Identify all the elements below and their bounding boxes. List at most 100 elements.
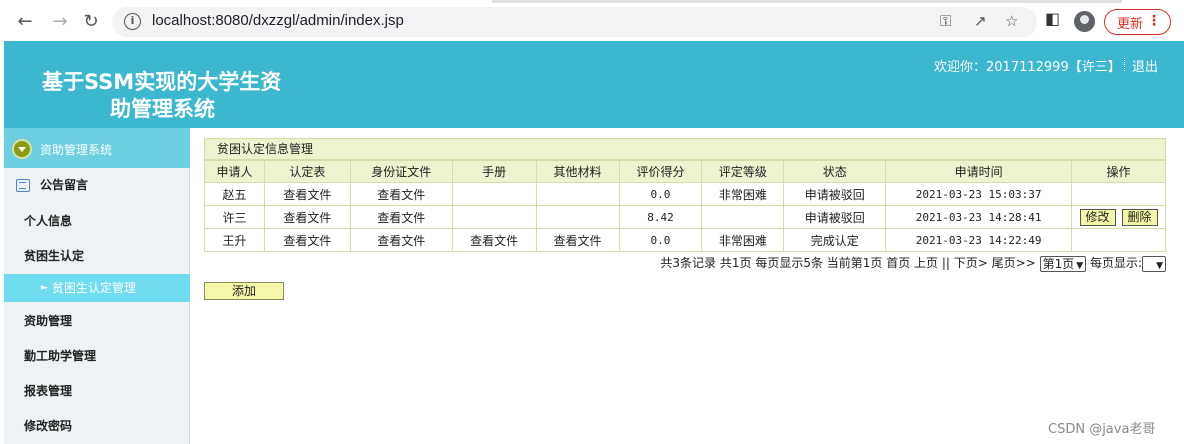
column-header: 申请时间: [885, 160, 1073, 183]
cell-manual: [451, 205, 537, 229]
forward-icon[interactable]: →: [47, 8, 73, 34]
app-title: 基于SSM实现的大学生资 助管理系统: [42, 69, 312, 123]
cell-applicant: 王升: [204, 228, 265, 252]
view-manual-link[interactable]: 查看文件: [451, 228, 537, 252]
cell-applicant: 赵五: [204, 182, 265, 206]
key-icon[interactable]: ⚿: [940, 12, 951, 30]
view-idfile-link[interactable]: 查看文件: [349, 205, 453, 229]
site-info-icon[interactable]: i: [124, 13, 141, 30]
column-header: 身份证文件: [349, 160, 453, 183]
delete-button[interactable]: 删除: [1121, 208, 1158, 226]
sidebar-subitem-label: 贫困生认定管理: [52, 281, 137, 295]
watermark: CSDN @java老哥: [1048, 422, 1156, 437]
sidebar-item-personal-info[interactable]: 个人信息: [4, 204, 190, 239]
star-icon[interactable]: ☆: [1005, 12, 1018, 30]
cell-score: 0.0: [618, 182, 703, 206]
view-other-link[interactable]: 查看文件: [535, 228, 620, 252]
cell-status: 申请被驳回: [783, 205, 887, 229]
page-select-value: 第1页: [1042, 256, 1075, 271]
collapse-orb-icon: [12, 139, 32, 159]
cell-status: 申请被驳回: [783, 182, 887, 206]
menu-dots-icon: ⋮: [1147, 13, 1161, 29]
welcome-text: 欢迎你：2017112999【许三】: [934, 60, 1121, 75]
sidebar-item-work-study[interactable]: 勤工助学管理: [4, 339, 190, 374]
sidebar-header[interactable]: 资助管理系统: [4, 128, 190, 168]
browser-toolbar: ← → ↻ i localhost:8080/dxzzgl/admin/inde…: [0, 0, 1184, 41]
sidebar-item-label: 贫困生认定: [24, 249, 85, 263]
sidebar-item-label: 报表管理: [24, 384, 73, 398]
view-form-link[interactable]: 查看文件: [263, 205, 351, 229]
sidebar-item-label: 修改密码: [24, 419, 73, 433]
column-header: 申请人: [204, 160, 265, 183]
reload-icon[interactable]: ↻: [78, 8, 104, 34]
column-header: 手册: [451, 160, 537, 183]
cell-time: 2021-03-23 14:22:49: [885, 228, 1073, 252]
side-panel-icon[interactable]: ◧: [1045, 9, 1060, 28]
url-text[interactable]: localhost:8080/dxzzgl/admin/index.jsp: [152, 12, 404, 29]
cell-actions: [1071, 182, 1166, 206]
profile-avatar-icon[interactable]: [1074, 11, 1095, 32]
cell-time: 2021-03-23 14:28:41: [885, 205, 1073, 229]
sidebar-item-poverty-certification[interactable]: 贫困生认定: [4, 239, 190, 274]
column-header: 评定等级: [701, 160, 785, 183]
logout-link[interactable]: 退出: [1123, 56, 1158, 75]
cell-score: 8.42: [618, 205, 703, 229]
chevron-down-icon: ▼: [1156, 260, 1163, 271]
table-row: 许三 查看文件 查看文件 8.42 申请被驳回 2021-03-23 14:28…: [204, 205, 1166, 229]
panel-title: 贫困认定信息管理: [204, 138, 1166, 160]
certification-table: 申请人 认定表 身份证文件 手册 其他材料 评价得分 评定等级 状态 申请时间 …: [204, 160, 1166, 252]
sidebar-item-change-password[interactable]: 修改密码: [4, 409, 190, 444]
chevron-down-icon: ▼: [1076, 260, 1084, 271]
cell-actions: [1071, 228, 1166, 252]
sidebar-subitem-certification-management[interactable]: ► 贫困生认定管理: [4, 274, 190, 302]
cell-other: [535, 182, 620, 206]
cell-level: 非常困难: [701, 182, 785, 206]
sidebar: 资助管理系统 公告留言 个人信息 贫困生认定 ► 贫困生认定管理 资助管理 勤工…: [4, 128, 190, 444]
column-header: 状态: [783, 160, 887, 183]
sidebar-item-reports[interactable]: 报表管理: [4, 374, 190, 409]
sidebar-item-announcements[interactable]: 公告留言: [4, 168, 190, 203]
back-icon[interactable]: ←: [12, 8, 38, 34]
list-icon: [16, 179, 30, 192]
column-header: 其他材料: [535, 160, 620, 183]
cell-other: [535, 205, 620, 229]
column-header: 操作: [1071, 160, 1166, 183]
app-title-line1: 基于SSM实现的大学生资: [42, 70, 282, 94]
sidebar-item-label: 个人信息: [24, 214, 73, 228]
view-form-link[interactable]: 查看文件: [263, 228, 351, 252]
caret-right-icon: ►: [41, 283, 48, 293]
table-row: 赵五 查看文件 查看文件 0.0 非常困难 申请被驳回 2021-03-23 1…: [204, 182, 1166, 206]
sidebar-item-label: 资助管理: [24, 314, 73, 328]
per-page-label: 每页显示:: [1089, 256, 1142, 270]
per-page-select[interactable]: ▼: [1142, 255, 1166, 272]
cell-time: 2021-03-23 15:03:37: [885, 182, 1073, 206]
cell-manual: [451, 182, 537, 206]
table-row: 王升 查看文件 查看文件 查看文件 查看文件 0.0 非常困难 完成认定 202…: [204, 228, 1166, 252]
sidebar-item-label: 公告留言: [40, 178, 89, 192]
edit-button[interactable]: 修改: [1079, 208, 1116, 226]
sidebar-header-label: 资助管理系统: [40, 143, 113, 157]
column-header: 评价得分: [618, 160, 703, 183]
view-idfile-link[interactable]: 查看文件: [349, 182, 453, 206]
view-idfile-link[interactable]: 查看文件: [349, 228, 453, 252]
cell-actions: 修改 删除: [1071, 205, 1166, 229]
address-bar[interactable]: i localhost:8080/dxzzgl/admin/index.jsp …: [112, 7, 1037, 37]
cell-applicant: 许三: [204, 205, 265, 229]
share-icon[interactable]: ↗: [974, 12, 987, 30]
view-form-link[interactable]: 查看文件: [263, 182, 351, 206]
add-button[interactable]: 添加: [204, 282, 284, 300]
app-header: 基于SSM实现的大学生资 助管理系统 欢迎你：2017112999【许三】 退出: [4, 41, 1184, 128]
page-select[interactable]: 第1页 ▼: [1039, 255, 1087, 272]
pagination: 共3条记录 共1页 每页显示5条 当前第1页 首页 上页 || 下页> 尾页>>…: [204, 255, 1166, 272]
cell-level: 非常困难: [701, 228, 785, 252]
update-button[interactable]: 更新 ⋮: [1104, 9, 1171, 35]
pagination-summary[interactable]: 共3条记录 共1页 每页显示5条 当前第1页 首页 上页 || 下页> 尾页>>: [660, 256, 1035, 270]
column-header: 认定表: [263, 160, 351, 183]
tab-strip-edge: [492, 0, 1122, 3]
sidebar-item-funding[interactable]: 资助管理: [4, 304, 190, 339]
sidebar-item-label: 勤工助学管理: [24, 349, 97, 363]
cell-status: 完成认定: [783, 228, 887, 252]
table-header-row: 申请人 认定表 身份证文件 手册 其他材料 评价得分 评定等级 状态 申请时间 …: [204, 160, 1166, 183]
update-label: 更新: [1117, 16, 1144, 32]
app-title-line2: 助管理系统: [110, 97, 215, 121]
